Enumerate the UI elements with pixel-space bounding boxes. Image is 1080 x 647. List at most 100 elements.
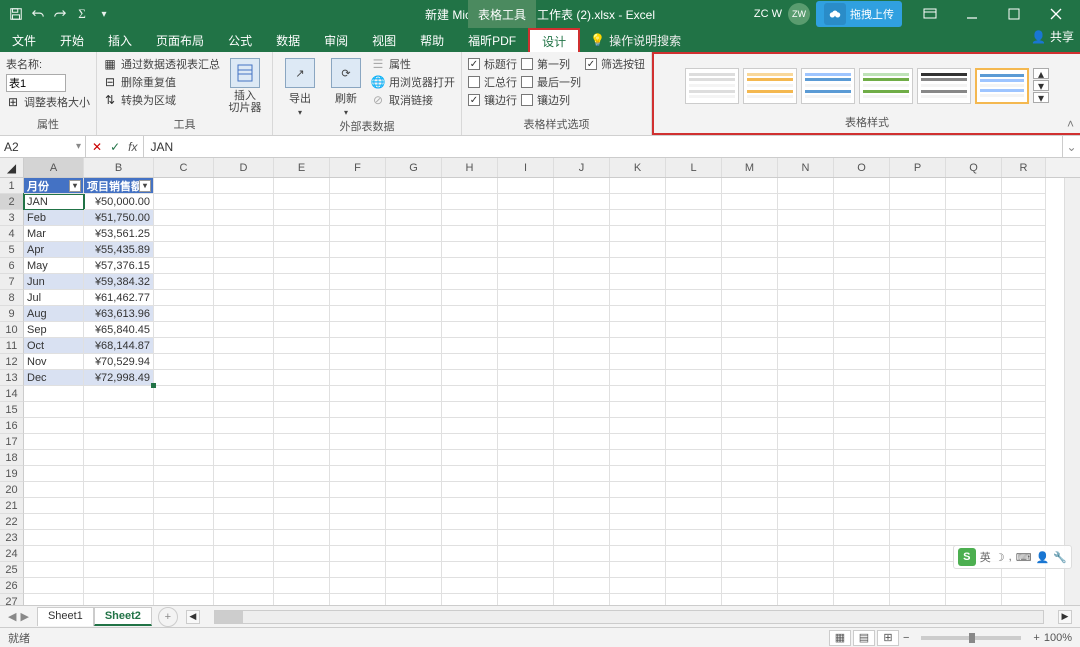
cell-L18[interactable] xyxy=(666,450,722,466)
cell-Q23[interactable] xyxy=(946,530,1002,546)
cell-O26[interactable] xyxy=(834,578,890,594)
cell-Q21[interactable] xyxy=(946,498,1002,514)
cell-B20[interactable] xyxy=(84,482,154,498)
cell-P16[interactable] xyxy=(890,418,946,434)
cell-K17[interactable] xyxy=(610,434,666,450)
cell-L25[interactable] xyxy=(666,562,722,578)
cell-L24[interactable] xyxy=(666,546,722,562)
cell-D20[interactable] xyxy=(214,482,274,498)
cell-P15[interactable] xyxy=(890,402,946,418)
cell-G18[interactable] xyxy=(386,450,442,466)
cell-E16[interactable] xyxy=(274,418,330,434)
cell-K22[interactable] xyxy=(610,514,666,530)
cell-A20[interactable] xyxy=(24,482,84,498)
cell-F16[interactable] xyxy=(330,418,386,434)
cell-F20[interactable] xyxy=(330,482,386,498)
cell-G2[interactable] xyxy=(386,194,442,210)
cell-P4[interactable] xyxy=(890,226,946,242)
cell-M17[interactable] xyxy=(722,434,778,450)
cell-L15[interactable] xyxy=(666,402,722,418)
cell-G20[interactable] xyxy=(386,482,442,498)
cell-E13[interactable] xyxy=(274,370,330,386)
row-header-8[interactable]: 8 xyxy=(0,290,24,306)
cell-L5[interactable] xyxy=(666,242,722,258)
cell-K16[interactable] xyxy=(610,418,666,434)
cell-H14[interactable] xyxy=(442,386,498,402)
cell-D25[interactable] xyxy=(214,562,274,578)
cell-C10[interactable] xyxy=(154,322,214,338)
cell-E3[interactable] xyxy=(274,210,330,226)
cell-M20[interactable] xyxy=(722,482,778,498)
tab-审阅[interactable]: 审阅 xyxy=(312,28,360,52)
cell-J13[interactable] xyxy=(554,370,610,386)
cell-R7[interactable] xyxy=(1002,274,1046,290)
cell-R13[interactable] xyxy=(1002,370,1046,386)
cell-N23[interactable] xyxy=(778,530,834,546)
cell-P13[interactable] xyxy=(890,370,946,386)
cell-R20[interactable] xyxy=(1002,482,1046,498)
row-header-11[interactable]: 11 xyxy=(0,338,24,354)
cell-F24[interactable] xyxy=(330,546,386,562)
cell-O8[interactable] xyxy=(834,290,890,306)
cell-C11[interactable] xyxy=(154,338,214,354)
cell-N22[interactable] xyxy=(778,514,834,530)
cell-R4[interactable] xyxy=(1002,226,1046,242)
cell-M12[interactable] xyxy=(722,354,778,370)
cell-L6[interactable] xyxy=(666,258,722,274)
cell-I7[interactable] xyxy=(498,274,554,290)
cell-P5[interactable] xyxy=(890,242,946,258)
cell-A1[interactable]: 月份▾ xyxy=(24,178,84,194)
cell-N3[interactable] xyxy=(778,210,834,226)
cell-M16[interactable] xyxy=(722,418,778,434)
vertical-scrollbar[interactable] xyxy=(1064,178,1080,605)
cell-J6[interactable] xyxy=(554,258,610,274)
filter-dropdown-icon[interactable]: ▾ xyxy=(69,180,81,192)
cell-I19[interactable] xyxy=(498,466,554,482)
cell-P12[interactable] xyxy=(890,354,946,370)
cell-D26[interactable] xyxy=(214,578,274,594)
view-page-layout-icon[interactable]: ▤ xyxy=(853,630,875,646)
cell-O22[interactable] xyxy=(834,514,890,530)
row-header-6[interactable]: 6 xyxy=(0,258,24,274)
cell-I23[interactable] xyxy=(498,530,554,546)
cell-G8[interactable] xyxy=(386,290,442,306)
gallery-scroll-1[interactable]: ▾ xyxy=(1033,80,1049,91)
horizontal-scrollbar[interactable]: ◀ ▶ xyxy=(186,610,1072,624)
cell-O23[interactable] xyxy=(834,530,890,546)
cell-G25[interactable] xyxy=(386,562,442,578)
cell-P1[interactable] xyxy=(890,178,946,194)
cell-G1[interactable] xyxy=(386,178,442,194)
cell-G24[interactable] xyxy=(386,546,442,562)
cell-J18[interactable] xyxy=(554,450,610,466)
cell-I15[interactable] xyxy=(498,402,554,418)
row-header-14[interactable]: 14 xyxy=(0,386,24,402)
cell-G4[interactable] xyxy=(386,226,442,242)
cell-N7[interactable] xyxy=(778,274,834,290)
col-header-P[interactable]: P xyxy=(890,158,946,177)
cell-Q6[interactable] xyxy=(946,258,1002,274)
cell-H3[interactable] xyxy=(442,210,498,226)
refresh-button[interactable]: ⟳ 刷新▾ xyxy=(325,54,367,117)
cell-C27[interactable] xyxy=(154,594,214,605)
insert-slicer-button[interactable]: 插入 切片器 xyxy=(224,54,266,115)
cloud-upload-pill[interactable]: 拖拽上传 xyxy=(816,1,902,27)
cell-N5[interactable] xyxy=(778,242,834,258)
cell-H6[interactable] xyxy=(442,258,498,274)
cell-H26[interactable] xyxy=(442,578,498,594)
cell-K7[interactable] xyxy=(610,274,666,290)
cell-F9[interactable] xyxy=(330,306,386,322)
accept-formula-icon[interactable]: ✓ xyxy=(110,140,120,154)
cell-H8[interactable] xyxy=(442,290,498,306)
tab-页面布局[interactable]: 页面布局 xyxy=(144,28,216,52)
cell-F14[interactable] xyxy=(330,386,386,402)
cell-I1[interactable] xyxy=(498,178,554,194)
cell-K3[interactable] xyxy=(610,210,666,226)
cell-R12[interactable] xyxy=(1002,354,1046,370)
fx-icon[interactable]: fx xyxy=(128,140,137,154)
cell-P20[interactable] xyxy=(890,482,946,498)
cell-B16[interactable] xyxy=(84,418,154,434)
cell-P2[interactable] xyxy=(890,194,946,210)
cell-I24[interactable] xyxy=(498,546,554,562)
cell-L9[interactable] xyxy=(666,306,722,322)
user-avatar[interactable]: ZW xyxy=(788,3,810,25)
